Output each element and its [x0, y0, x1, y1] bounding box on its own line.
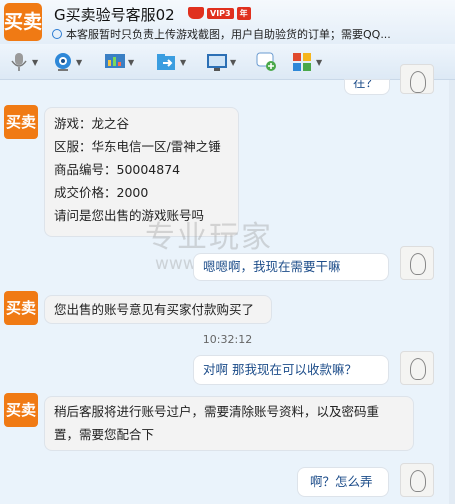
- chevron-down-icon[interactable]: ▼: [76, 58, 82, 67]
- chat-scrollbar[interactable]: [449, 80, 455, 504]
- screen-share-button[interactable]: ▼: [206, 51, 236, 73]
- video-button[interactable]: ▼: [52, 51, 82, 73]
- logo-text: 买卖: [4, 11, 42, 33]
- vip-year: 年: [236, 6, 251, 20]
- agent-avatar[interactable]: 买卖: [4, 105, 38, 139]
- user-avatar[interactable]: [400, 246, 434, 280]
- message-bubble-incoming[interactable]: 稍后客服将进行账号过户，需要清除账号资料，以及密码重 置，需要您配合下: [45, 397, 413, 450]
- vip-level: VIP3: [207, 7, 234, 19]
- crown-icon: [188, 7, 204, 19]
- order-item-id: 商品编号：50004874: [54, 162, 181, 177]
- message-text: 啊？怎么弄: [310, 474, 373, 489]
- message-bubble-incoming[interactable]: 您出售的账号意见有买家付款购买了: [45, 296, 271, 323]
- user-avatar[interactable]: [400, 463, 434, 497]
- monitor-chart-icon: [105, 54, 125, 68]
- message-text: 对啊 那我现在可以收款嘛？: [203, 362, 357, 377]
- order-server: 区服：华东电信一区/雷神之锤: [54, 139, 221, 154]
- message-timestamp: 10:32:12: [202, 333, 253, 346]
- apps-grid-icon: [293, 53, 311, 71]
- chevron-down-icon[interactable]: ▼: [316, 58, 322, 67]
- order-price: 成交价格：2000: [54, 185, 149, 200]
- microphone-icon: [11, 53, 27, 71]
- agent-avatar[interactable]: 买卖: [4, 291, 38, 325]
- window-title: G买卖验号客服02: [54, 6, 175, 24]
- message-bubble-outgoing[interactable]: 对啊 那我现在可以收款嘛？: [194, 356, 388, 384]
- message-bubble-outgoing[interactable]: 啊？怎么弄: [298, 468, 388, 496]
- webcam-icon: [55, 53, 71, 71]
- voice-button[interactable]: ▼: [8, 51, 38, 73]
- notice-text: 本客服暂时只负责上传游戏截图，用户自助验货的订单；需要QQ...: [66, 28, 391, 41]
- chevron-down-icon[interactable]: ▼: [128, 58, 134, 67]
- contact-logo[interactable]: 买卖: [4, 3, 42, 41]
- message-text-line-2: 置，需要您配合下: [54, 427, 155, 442]
- chat-toolbar: ▼ ▼ ▼ ▼ ▼ ▼: [0, 44, 455, 80]
- order-question: 请问是您出售的游戏账号吗: [54, 208, 205, 223]
- chevron-down-icon[interactable]: ▼: [230, 58, 236, 67]
- message-bubble-outgoing[interactable]: 嗯嗯啊，我现在需要干嘛: [194, 254, 388, 280]
- file-transfer-button[interactable]: ▼: [156, 51, 186, 73]
- info-icon: [52, 29, 62, 39]
- contact-notice: 本客服暂时只负责上传游戏截图，用户自助验货的订单；需要QQ...: [52, 26, 447, 42]
- message-text: 您出售的账号意见有买家付款购买了: [54, 302, 255, 317]
- message-text: 嗯嗯啊，我现在需要干嘛: [203, 259, 341, 274]
- order-game: 游戏：龙之谷: [54, 116, 130, 131]
- folder-arrow-icon: [157, 54, 175, 70]
- chat-plus-icon: [256, 52, 276, 71]
- screen-icon: [207, 54, 227, 71]
- chevron-down-icon[interactable]: ▼: [180, 58, 186, 67]
- apps-button[interactable]: ▼: [292, 51, 322, 73]
- add-app-button[interactable]: [256, 51, 278, 73]
- message-text: 在？: [353, 80, 379, 90]
- chat-header: 买卖 G买卖验号客服02 VIP3 年 本客服暂时只负责上传游戏截图，用户自助验…: [0, 0, 455, 44]
- message-bubble-incoming[interactable]: 游戏：龙之谷 区服：华东电信一区/雷神之锤 商品编号：50004874 成交价格…: [45, 108, 238, 236]
- message-text-line-1: 稍后客服将进行账号过户，需要清除账号资料，以及密码重: [54, 404, 380, 419]
- chevron-down-icon[interactable]: ▼: [32, 58, 38, 67]
- user-avatar[interactable]: [400, 64, 434, 94]
- vip-badge: VIP3 年: [188, 6, 251, 20]
- message-bubble-outgoing[interactable]: 在？: [345, 80, 389, 94]
- user-avatar[interactable]: [400, 351, 434, 385]
- remote-desktop-button[interactable]: ▼: [104, 51, 134, 73]
- agent-avatar[interactable]: 买卖: [4, 393, 38, 427]
